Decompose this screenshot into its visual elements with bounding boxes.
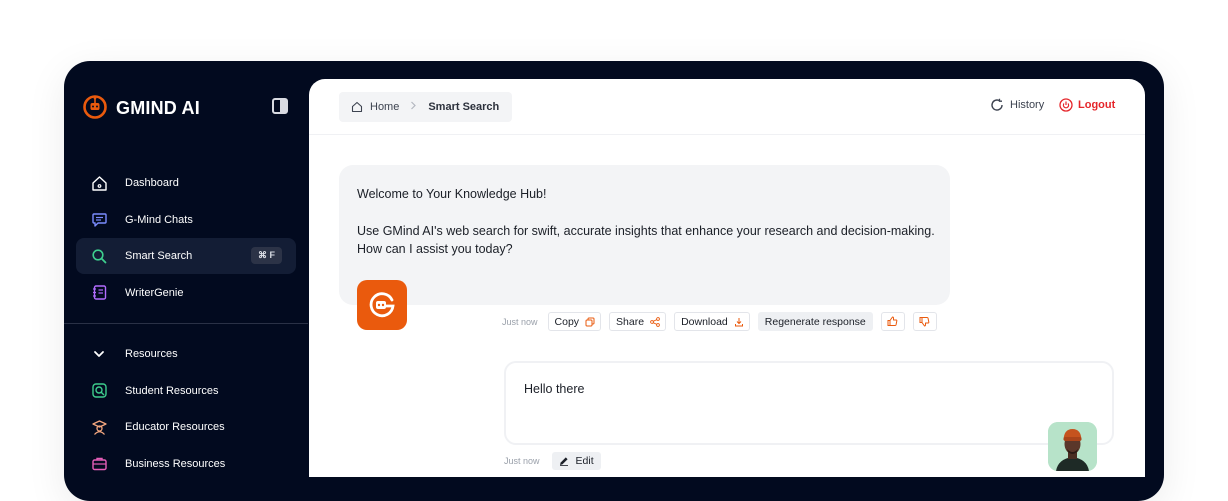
chat-icon xyxy=(90,211,108,229)
thumbs-down-icon xyxy=(919,316,930,327)
history-button[interactable]: History xyxy=(990,98,1044,112)
share-icon xyxy=(650,316,660,327)
edit-button[interactable]: Edit xyxy=(551,452,601,470)
sidebar-divider xyxy=(64,323,308,324)
shortcut-badge: ⌘ F xyxy=(251,247,282,264)
share-label: Share xyxy=(616,315,645,328)
home-icon xyxy=(90,174,108,192)
breadcrumb-home[interactable]: Home xyxy=(370,101,399,113)
educator-icon xyxy=(90,418,108,436)
sidebar-item-smart-search[interactable]: Smart Search ⌘ F xyxy=(76,238,296,274)
copy-icon xyxy=(585,317,595,327)
sidebar-item-gmind-chats[interactable]: G-Mind Chats xyxy=(76,202,296,238)
history-label: History xyxy=(1010,99,1045,111)
sidebar-item-label: Business Resources xyxy=(125,457,226,470)
user-message-text: Hello there xyxy=(524,382,585,396)
search-icon xyxy=(90,247,108,265)
regenerate-button[interactable]: Regenerate response xyxy=(757,312,873,331)
chevron-down-icon xyxy=(90,345,108,363)
sidebar-item-student-resources[interactable]: Student Resources xyxy=(76,373,296,409)
download-button[interactable]: Download xyxy=(674,312,750,331)
gmind-logo-icon xyxy=(82,93,108,124)
message-time: Just now xyxy=(504,456,540,466)
brand-name: GMIND AI xyxy=(116,98,200,118)
user-photo-icon xyxy=(1048,422,1097,471)
bot-message-text: Welcome to Your Knowledge Hub! Use GMind… xyxy=(357,185,942,277)
bot-message-line: Use GMind AI's web search for swift, acc… xyxy=(357,224,935,256)
bot-message-line: Welcome to Your Knowledge Hub! xyxy=(357,187,547,201)
home-icon[interactable] xyxy=(351,101,363,113)
bot-avatar xyxy=(357,280,407,330)
copy-label: Copy xyxy=(554,315,580,328)
sidebar: GMIND AI Dashboard G-Mind Chats Smart Se… xyxy=(64,61,308,477)
sidebar-item-label: Educator Resources xyxy=(125,421,225,433)
sidebar-item-dashboard[interactable]: Dashboard xyxy=(76,165,296,201)
sidebar-item-label: Dashboard xyxy=(125,177,179,189)
regenerate-label: Regenerate response xyxy=(764,315,866,328)
top-bar: Home Smart Search History Logout xyxy=(309,79,1145,135)
breadcrumb-current: Smart Search xyxy=(428,101,500,113)
sidebar-item-writergenie[interactable]: WriterGenie xyxy=(76,275,296,311)
sidebar-item-label: Smart Search xyxy=(125,250,193,262)
logout-label: Logout xyxy=(1078,99,1116,111)
thumbs-down-button[interactable] xyxy=(912,312,937,331)
logout-button[interactable]: Logout xyxy=(1059,98,1115,112)
briefcase-icon xyxy=(90,455,108,473)
pencil-icon xyxy=(559,456,569,466)
message-time: Just now xyxy=(502,316,538,327)
thumbs-up-button[interactable] xyxy=(880,312,905,331)
sidebar-item-business-resources[interactable]: Business Resources xyxy=(76,446,296,482)
sidebar-item-label: G-Mind Chats xyxy=(125,213,193,226)
breadcrumb: Home Smart Search xyxy=(339,92,513,122)
user-message-bubble: Hello there xyxy=(504,361,1114,445)
chevron-right-icon xyxy=(410,101,417,113)
edit-label: Edit xyxy=(575,455,594,467)
sidebar-item-educator-resources[interactable]: Educator Resources xyxy=(76,409,296,445)
sidebar-toggle-icon[interactable] xyxy=(272,98,288,114)
sidebar-item-label: WriterGenie xyxy=(125,286,184,299)
share-button[interactable]: Share xyxy=(609,312,667,331)
resources-nav: Resources Student Resources Educator Res… xyxy=(76,336,296,482)
download-label: Download xyxy=(681,315,728,328)
notebook-icon xyxy=(90,284,108,302)
bot-message-actions: Just now Copy Share Download Regenerate … xyxy=(502,312,937,331)
resources-label: Resources xyxy=(125,348,178,360)
download-icon xyxy=(734,317,744,327)
student-search-icon xyxy=(90,382,108,400)
gmind-bot-icon xyxy=(369,292,395,318)
bot-message-bubble: Welcome to Your Knowledge Hub! Use GMind… xyxy=(339,165,950,305)
thumbs-up-icon xyxy=(887,316,898,327)
user-message-actions: Just now Edit xyxy=(504,452,601,470)
brand[interactable]: GMIND AI xyxy=(82,93,200,124)
main-panel: Home Smart Search History Logout Welcome… xyxy=(309,79,1145,477)
copy-button[interactable]: Copy xyxy=(547,312,602,331)
user-avatar xyxy=(1048,422,1097,471)
history-icon xyxy=(990,98,1004,112)
sidebar-item-label: Student Resources xyxy=(125,384,219,397)
main-nav: Dashboard G-Mind Chats Smart Search ⌘ F … xyxy=(76,165,296,311)
power-icon xyxy=(1059,98,1073,112)
resources-toggle[interactable]: Resources xyxy=(76,336,296,372)
